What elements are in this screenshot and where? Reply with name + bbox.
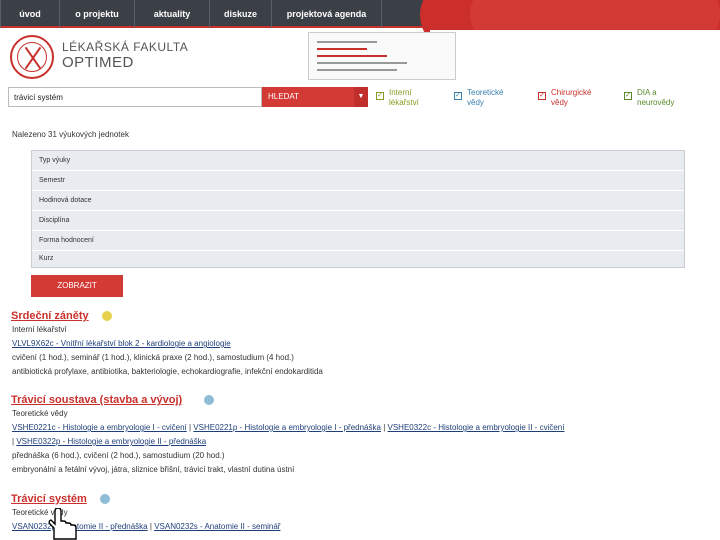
course-link[interactable]: VSHE0221p - Histologie a embryologie I -… bbox=[193, 423, 381, 432]
checkbox-icon[interactable]: ✓ bbox=[376, 92, 384, 100]
result-hours: cvičení (1 hod.), seminář (1 hod.), klin… bbox=[12, 353, 294, 362]
course-link[interactable]: VSAN0232s - Anatomie II - seminář bbox=[154, 522, 280, 531]
header-decoration-mask bbox=[430, 30, 720, 90]
header-preview-image bbox=[308, 32, 456, 80]
category-dot-icon bbox=[100, 494, 110, 504]
nav-item-aktuality[interactable]: aktuality bbox=[135, 0, 210, 28]
filter-kurz[interactable]: Kurz bbox=[32, 249, 684, 269]
category-label: Interní lékařství bbox=[389, 88, 419, 107]
search-dropdown-toggle[interactable]: ▼ bbox=[354, 87, 368, 107]
search-input[interactable] bbox=[8, 87, 262, 107]
filter-hodinova-dotace[interactable]: Hodinová dotace bbox=[32, 191, 684, 211]
hand-cursor-icon bbox=[48, 508, 77, 540]
result-title[interactable]: Trávicí soustava (stavba a vývoj) bbox=[11, 394, 182, 406]
checkbox-icon[interactable]: ✓ bbox=[538, 92, 546, 100]
course-link[interactable]: VSHE0221c - Histologie a embryologie I -… bbox=[12, 423, 187, 432]
category-dot-icon bbox=[102, 311, 112, 321]
result-keywords: embryonální a fetální vývoj, játra, sliz… bbox=[12, 465, 295, 474]
course-link[interactable]: VLVL9X62c - Vnitřní lékařství blok 2 - k… bbox=[12, 339, 231, 348]
result-category: Teoretické vědy bbox=[12, 409, 68, 418]
category-dot-icon bbox=[204, 395, 214, 405]
result-hours: přednáška (6 hod.), cvičení (2 hod.), sa… bbox=[12, 451, 225, 460]
checkbox-icon[interactable]: ✓ bbox=[624, 92, 632, 100]
search-button[interactable]: HLEDAT bbox=[262, 87, 354, 107]
course-link[interactable]: VSHE0322p - Histologie a embryologie II … bbox=[16, 437, 206, 446]
brand-faculty-name: LÉKAŘSKÁ FAKULTA bbox=[62, 40, 189, 54]
nav-item-uvod[interactable]: úvod bbox=[0, 0, 60, 28]
nav-item-projektova-agenda[interactable]: projektová agenda bbox=[272, 0, 382, 28]
show-button[interactable]: ZOBRAZIT bbox=[31, 275, 123, 297]
results-count: Nalezeno 31 výukových jednotek bbox=[12, 130, 129, 139]
filter-typ-vyuky[interactable]: Typ výuky bbox=[32, 151, 684, 171]
category-label: Teoretické vědy bbox=[467, 88, 504, 107]
nav-item-o-projektu[interactable]: o projektu bbox=[60, 0, 135, 28]
category-label: DIA a neurovědy bbox=[637, 88, 675, 107]
filter-forma-hodnoceni[interactable]: Forma hodnocení bbox=[32, 231, 684, 251]
nav-item-diskuze[interactable]: diskuze bbox=[210, 0, 272, 28]
checkbox-icon[interactable]: ✓ bbox=[454, 92, 462, 100]
result-links: VLVL9X62c - Vnitřní lékařství blok 2 - k… bbox=[12, 339, 231, 348]
category-label: Chirurgické vědy bbox=[551, 88, 592, 107]
brand-optimed: OPTIMED bbox=[62, 54, 134, 71]
result-title[interactable]: Srdeční záněty bbox=[11, 310, 89, 322]
result-category: Interní lékařství bbox=[12, 325, 67, 334]
result-keywords: antibiotická profylaxe, antibiotika, bak… bbox=[12, 367, 323, 376]
result-title[interactable]: Trávicí systém bbox=[11, 493, 87, 505]
faculty-seal-logo[interactable] bbox=[10, 35, 54, 79]
filter-semestr[interactable]: Semestr bbox=[32, 171, 684, 191]
filter-disciplina[interactable]: Disciplína bbox=[32, 211, 684, 231]
course-link[interactable]: VSHE0322c - Histologie a embryologie II … bbox=[388, 423, 565, 432]
filter-panel: Typ výuky Semestr Hodinová dotace Discip… bbox=[31, 150, 685, 268]
result-links-cont: | VSHE0322p - Histologie a embryologie I… bbox=[12, 437, 206, 446]
result-links: VSHE0221c - Histologie a embryologie I -… bbox=[12, 423, 564, 432]
